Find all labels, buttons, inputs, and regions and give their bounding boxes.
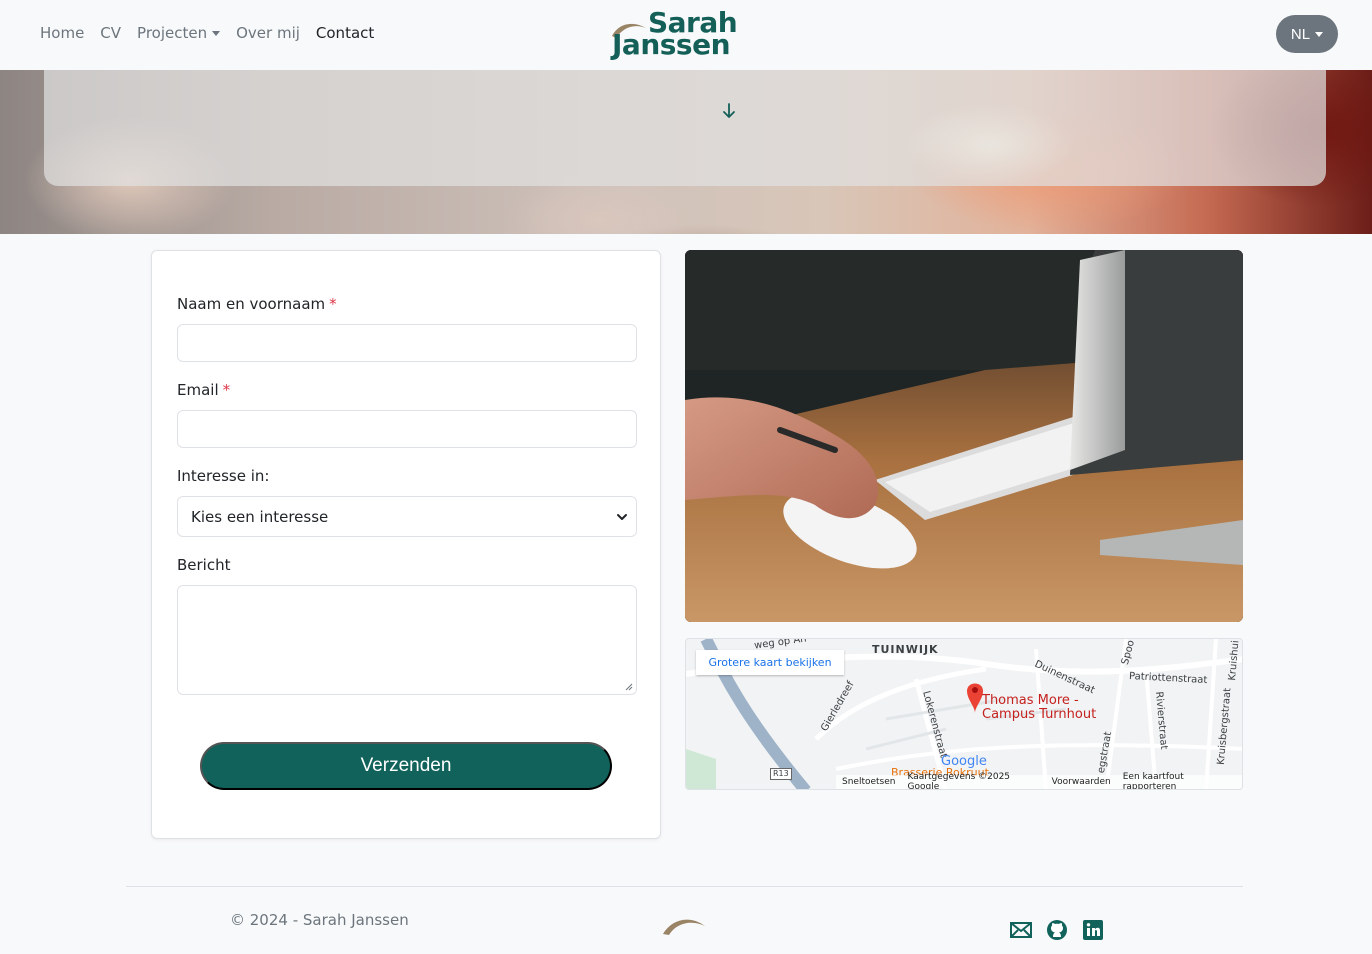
language-label: NL [1290,25,1311,43]
message-textarea[interactable] [177,585,637,695]
hero-card [44,70,1326,186]
email-input[interactable] [177,410,637,448]
arrow-down-icon[interactable] [721,102,737,120]
language-selector[interactable]: NL [1276,15,1338,53]
computer-mouse-photo [685,250,1243,622]
required-marker: * [329,295,337,313]
site-logo[interactable]: Sarah Janssen [610,8,740,64]
map-label-r13: R13 [770,768,792,780]
nav-item-home[interactable]: Home [40,24,84,42]
logo-last-name: Janssen [612,28,731,61]
message-label: Bericht [177,556,231,574]
copyright-text: © 2024 - Sarah Janssen [230,911,409,929]
contact-form: Naam en voornaam * Email * Interesse in: K… [151,250,661,839]
logo-swoosh-icon [663,919,705,935]
nav-item-cv[interactable]: CV [100,24,121,42]
map-shortcuts-link[interactable]: Sneltoetsen [842,777,896,787]
mail-icon[interactable] [1009,918,1033,942]
github-icon[interactable] [1045,918,1069,942]
office-photo [685,250,1243,622]
map-place-name-1: Thomas More - [982,693,1079,708]
map-data-credit: Kaartgegevens ©2025 Google [907,772,1011,790]
interest-label: Interesse in: [177,467,270,485]
nav-links: Home CV Projecten Over mij Contact [40,24,390,42]
footer-divider [126,886,1243,887]
map-place-name-2: Campus Turnhout [982,707,1097,722]
google-logo: Google [941,754,987,769]
map-attribution: Sneltoetsen Kaartgegevens ©2025 Google V… [836,772,1242,790]
name-label: Naam en voornaam * [177,295,337,313]
larger-map-link[interactable]: Grotere kaart bekijken [696,650,844,675]
interest-select[interactable]: Kies een interesse [177,496,637,537]
location-map[interactable]: Grotere kaart bekijken TUINWIJK Duinenst… [685,638,1243,790]
chevron-down-icon [617,514,627,520]
caret-down-icon [212,30,221,36]
nav-item-projecten-label: Projecten [137,24,208,42]
resize-grip-icon[interactable] [625,683,633,691]
map-label-tuinwijk: TUINWIJK [872,643,939,656]
map-terms-link[interactable]: Voorwaarden [1052,777,1111,787]
map-report-link[interactable]: Een kaartfout rapporteren [1123,772,1236,789]
nav-item-projecten[interactable]: Projecten [137,24,221,42]
nav-item-over-mij[interactable]: Over mij [236,24,300,42]
submit-button[interactable]: Verzenden [200,742,612,790]
interest-selected-value: Kies een interesse [191,507,329,526]
nav-item-contact[interactable]: Contact [316,24,374,42]
navbar: Home CV Projecten Over mij Contact Sarah… [0,0,1372,70]
caret-down-icon [1315,31,1324,37]
name-input[interactable] [177,324,637,362]
email-label: Email * [177,381,230,399]
required-marker: * [222,381,231,399]
linkedin-icon[interactable] [1081,918,1105,942]
name-label-text: Naam en voornaam [177,295,326,313]
email-label-text: Email [177,381,219,399]
hero-banner [0,70,1372,234]
